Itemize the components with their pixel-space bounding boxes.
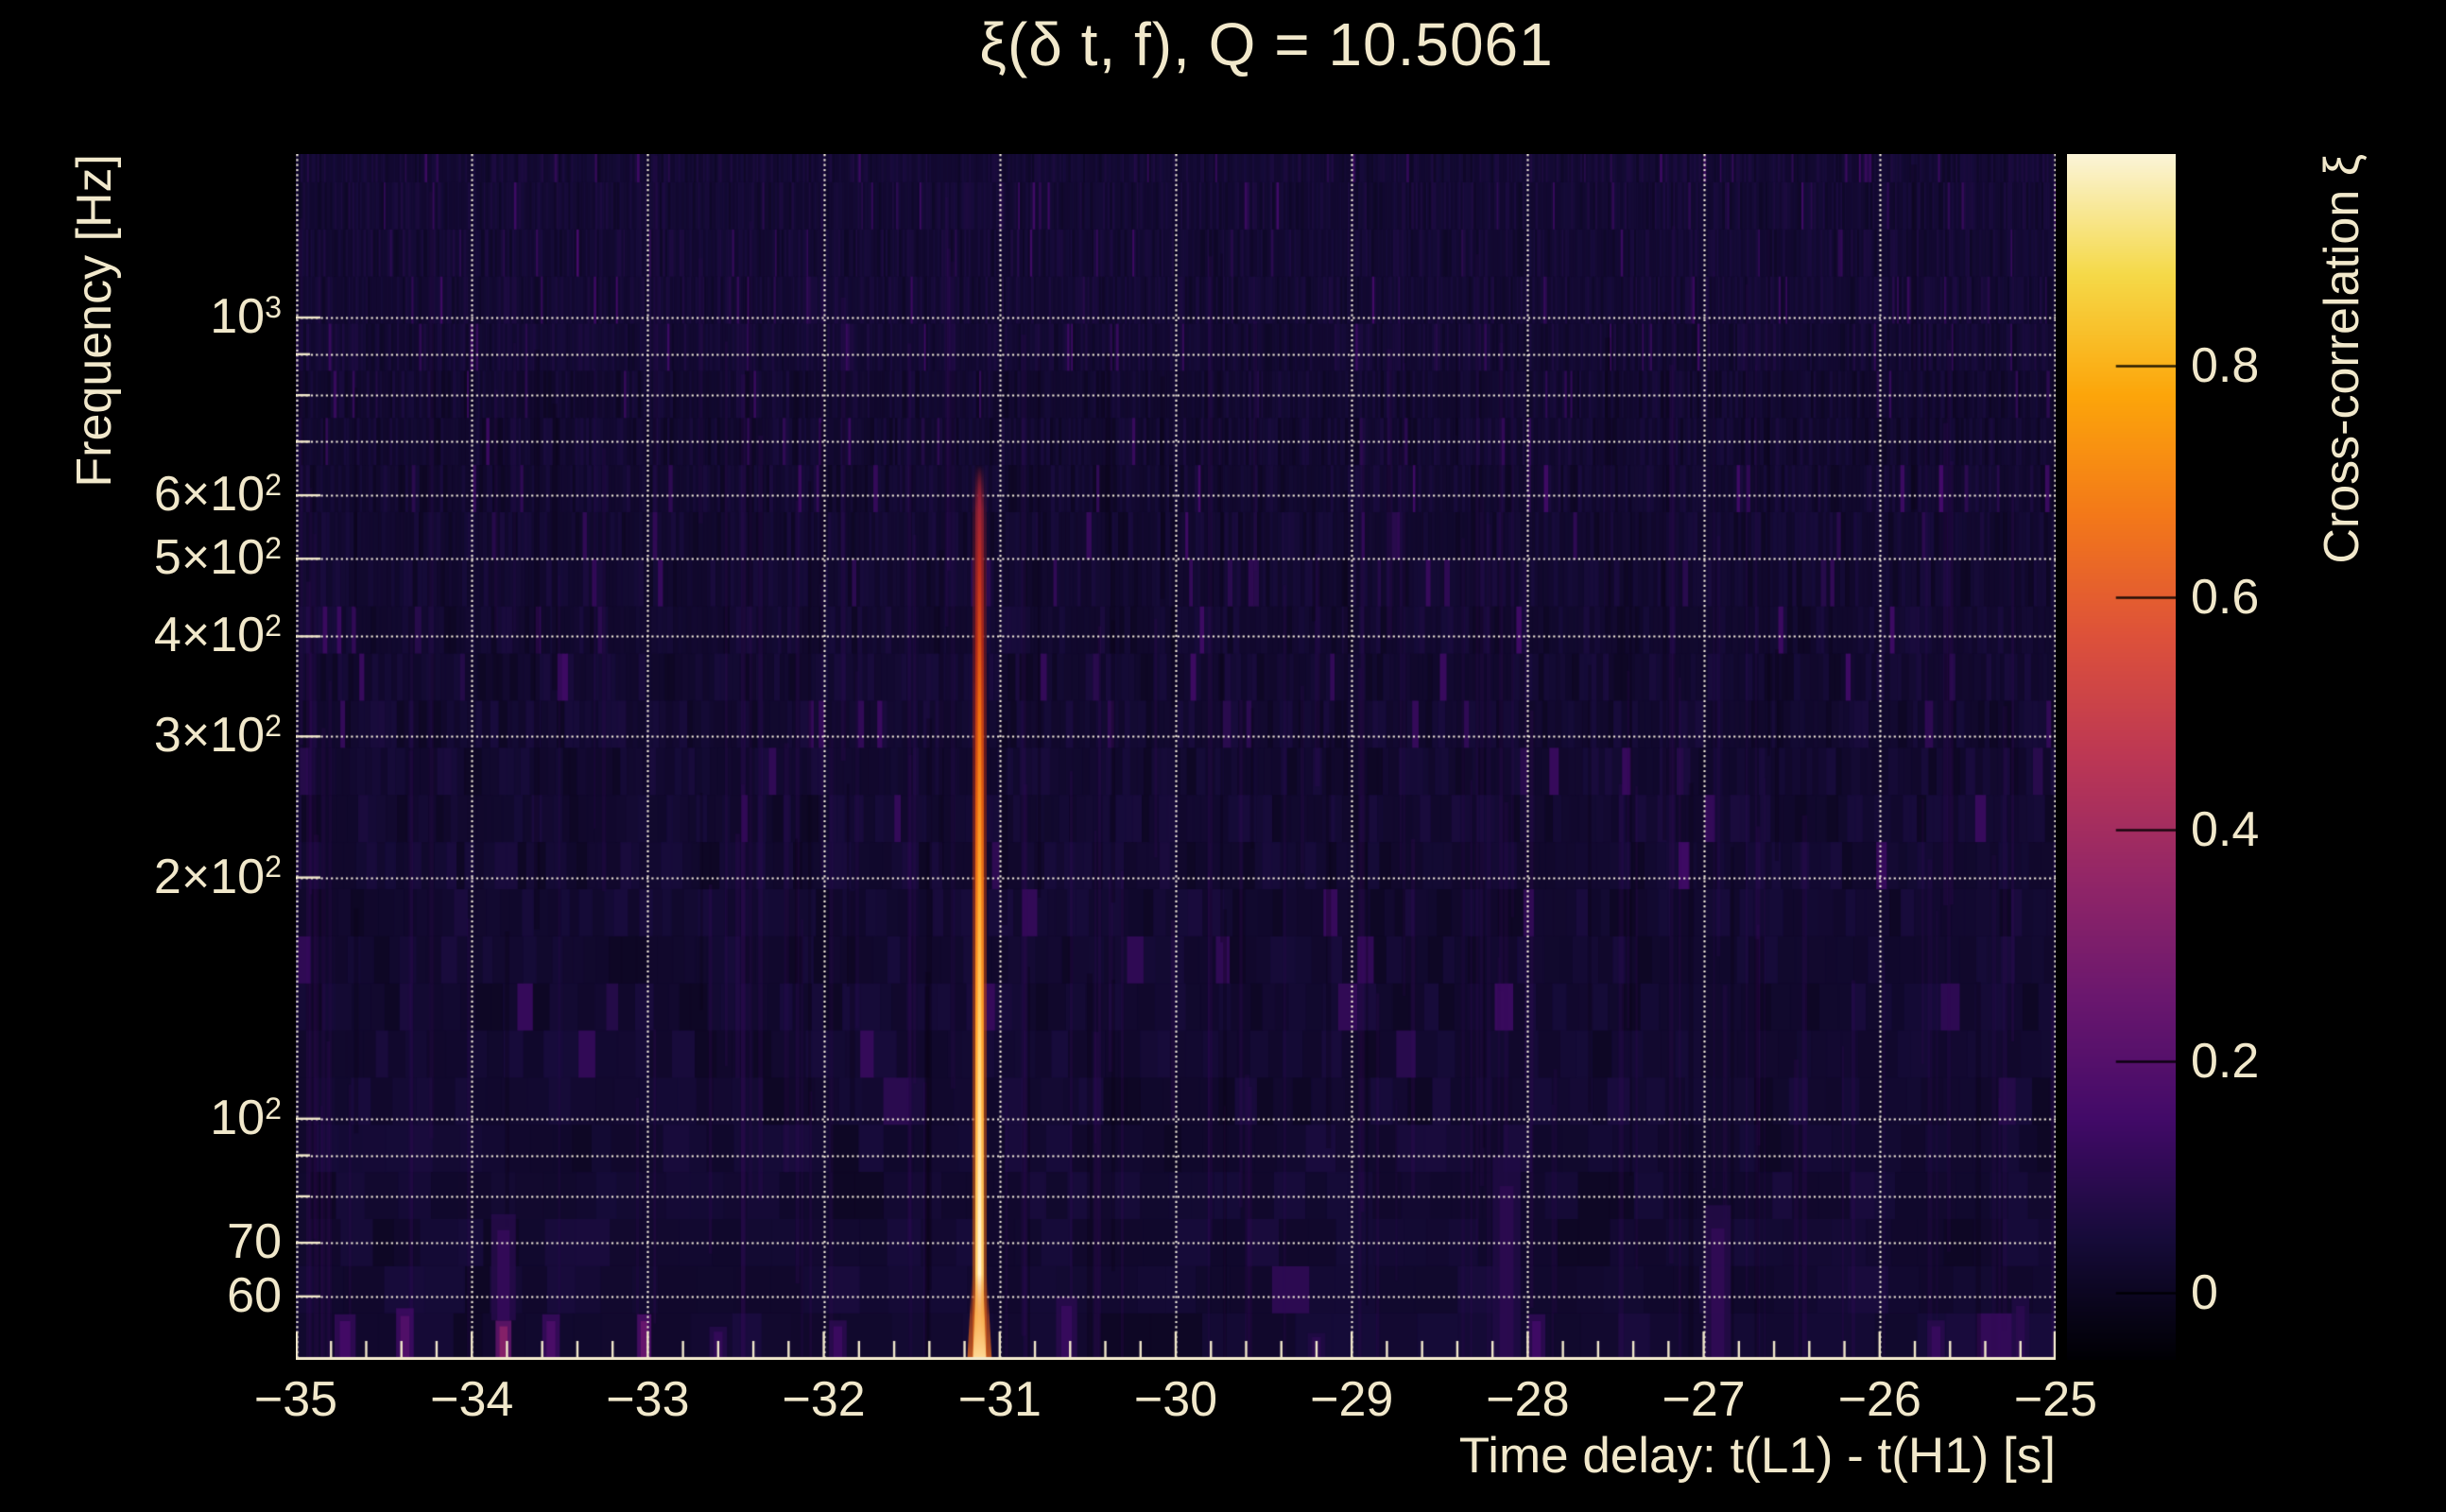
x-tick-label: −35 (253, 1372, 338, 1427)
x-tick-label: −25 (2013, 1372, 2098, 1427)
x-tick-label: −27 (1662, 1372, 1746, 1427)
y-tick-label: 102 (0, 1093, 282, 1143)
colorbar-tick-label: 0.4 (2191, 801, 2260, 857)
x-tick-label: −33 (606, 1372, 690, 1427)
y-tick-exponent: 2 (265, 467, 282, 502)
y-tick-label: 4×102 (0, 610, 282, 660)
y-tick-label: 70 (0, 1217, 282, 1266)
x-tick-label: −28 (1486, 1372, 1570, 1427)
y-tick-mantissa: 60 (227, 1267, 282, 1323)
y-tick-mantissa: 10 (210, 288, 266, 344)
x-tick-label: −30 (1133, 1372, 1218, 1427)
y-tick-exponent: 2 (265, 709, 282, 744)
x-tick-label: −31 (957, 1372, 1042, 1427)
y-tick-exponent: 2 (265, 609, 282, 644)
y-tick-exponent: 2 (265, 1091, 282, 1125)
y-tick-mantissa: 6×10 (153, 467, 266, 523)
y-tick-exponent: 2 (265, 531, 282, 566)
y-tick-label: 103 (0, 292, 282, 341)
y-tick-mantissa: 3×10 (153, 708, 266, 764)
colorbar-tick-label: 0.6 (2191, 570, 2260, 626)
y-tick-label: 60 (0, 1271, 282, 1320)
y-tick-mantissa: 4×10 (153, 608, 266, 663)
plot-title: ξ(δ t, f), Q = 10.5061 (979, 10, 1554, 78)
colorbar (2067, 154, 2176, 1360)
y-tick-exponent: 2 (265, 850, 282, 885)
x-tick-label: −26 (1837, 1372, 1921, 1427)
y-tick-mantissa: 70 (227, 1214, 282, 1270)
y-tick-label: 3×102 (0, 711, 282, 760)
colorbar-title: Cross-correlation ξ (2315, 154, 2369, 564)
y-tick-mantissa: 5×10 (153, 530, 266, 586)
y-tick-mantissa: 10 (210, 1090, 266, 1145)
colorbar-tick-label: 0.2 (2191, 1033, 2260, 1089)
x-axis-title: Time delay: t(L1) - t(H1) [s] (1458, 1428, 2056, 1484)
y-tick-label: 5×102 (0, 533, 282, 582)
x-tick-label: −34 (430, 1372, 514, 1427)
y-tick-label: 6×102 (0, 470, 282, 519)
heatmap-canvas (296, 154, 2056, 1360)
y-tick-label: 2×102 (0, 849, 282, 904)
y-tick-mantissa: 2×10 (153, 849, 266, 904)
y-tick-exponent: 3 (265, 289, 282, 324)
colorbar-tick-label: 0.8 (2191, 338, 2260, 394)
x-tick-label: −32 (782, 1372, 866, 1427)
figure: ξ(δ t, f), Q = 10.5061 Frequency [Hz] Cr… (0, 0, 2446, 1512)
x-tick-label: −29 (1310, 1372, 1394, 1427)
colorbar-tick-label: 0 (2191, 1264, 2218, 1320)
